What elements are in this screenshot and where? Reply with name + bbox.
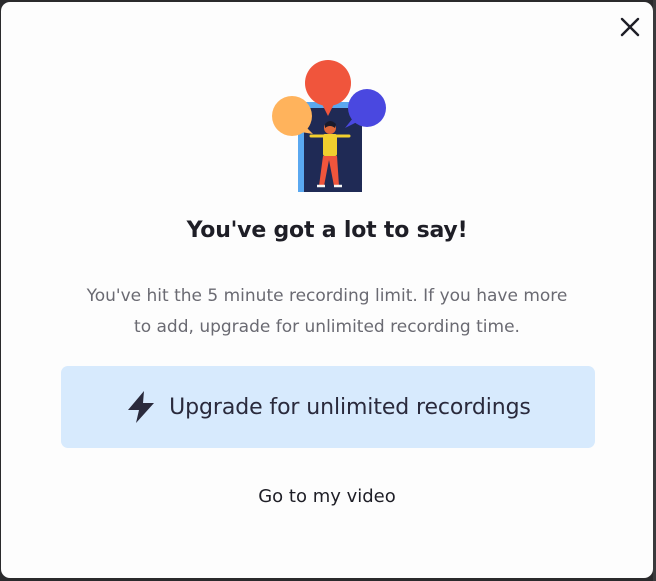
person-speech-bubbles-illustration: [272, 60, 386, 192]
close-icon: [620, 17, 640, 37]
lightning-bolt-icon: [125, 390, 157, 424]
close-button[interactable]: [613, 10, 647, 44]
speech-bubble-red: [305, 60, 351, 106]
upgrade-button-label: Upgrade for unlimited recordings: [169, 394, 531, 420]
go-to-video-link-row: Go to my video: [1, 486, 653, 507]
upgrade-dialog: You've got a lot to say! You've hit the …: [1, 2, 653, 578]
description-line-2: to add, upgrade for unlimited recording …: [134, 317, 520, 337]
dialog-description: You've hit the 5 minute recording limit.…: [67, 281, 587, 343]
upgrade-button[interactable]: Upgrade for unlimited recordings: [61, 366, 595, 448]
dialog-title: You've got a lot to say!: [186, 218, 468, 243]
description-line-1: You've hit the 5 minute recording limit.…: [86, 286, 568, 306]
go-to-video-link[interactable]: Go to my video: [258, 486, 396, 507]
